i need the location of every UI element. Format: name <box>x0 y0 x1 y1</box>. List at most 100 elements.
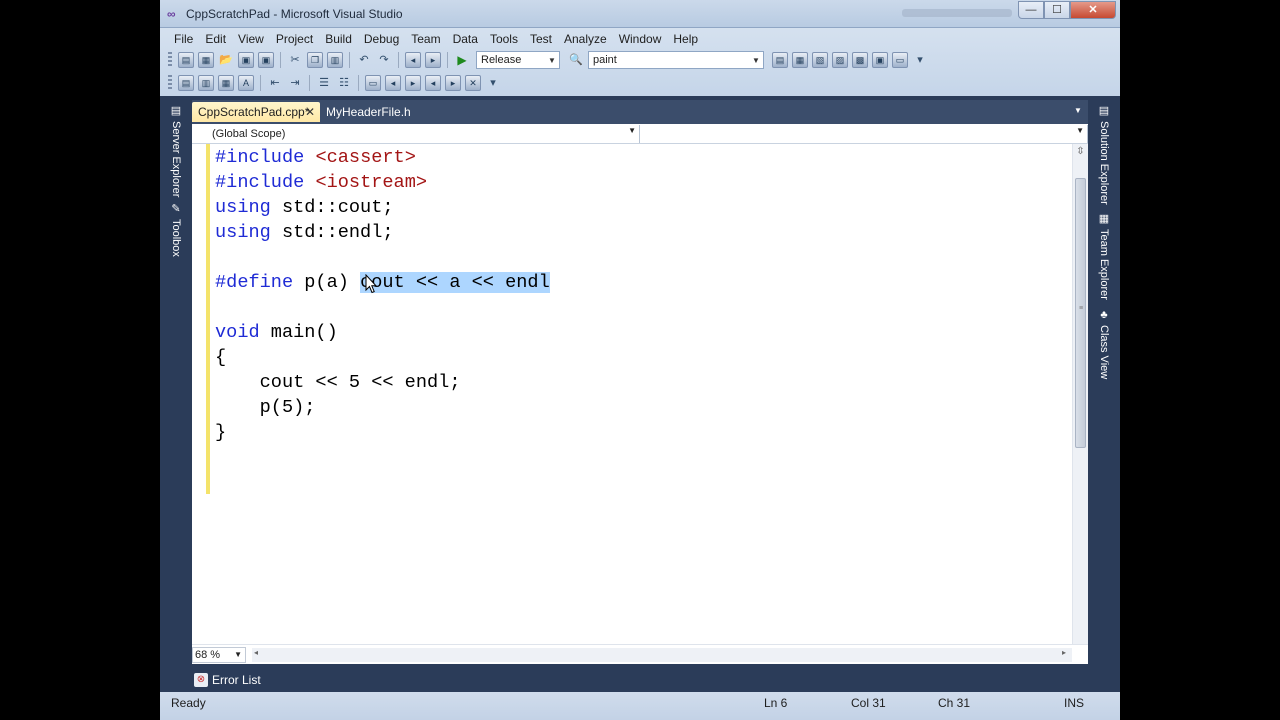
class-view-tab[interactable]: ♣ Class View <box>1094 308 1114 379</box>
save-all-icon[interactable]: ▣ <box>258 52 274 68</box>
menu-data[interactable]: Data <box>447 30 484 48</box>
command-window-icon[interactable]: ▭ <box>892 52 908 68</box>
chevron-down-icon: ▼ <box>752 55 760 65</box>
maximize-button[interactable]: ☐ <box>1044 1 1070 19</box>
start-debugging-icon[interactable]: ▶ <box>454 52 470 68</box>
new-project-icon[interactable]: ▤ <box>178 52 194 68</box>
previous-bookmark-in-folder-icon[interactable]: ◂ <box>425 75 441 91</box>
server-explorer-tab[interactable]: ▤ Server Explorer <box>166 104 186 197</box>
menu-view[interactable]: View <box>232 30 270 48</box>
cut-icon[interactable]: ✂ <box>287 52 303 68</box>
menu-analyze[interactable]: Analyze <box>558 30 613 48</box>
close-icon[interactable]: ✕ <box>305 102 315 122</box>
toolbar-options-icon[interactable]: ▾ <box>485 75 501 91</box>
display-object-member-list-icon[interactable]: ▤ <box>178 75 194 91</box>
zoom-combo[interactable]: 68 % ▼ <box>192 647 246 663</box>
properties-icon[interactable]: ▦ <box>792 52 808 68</box>
find-in-files-icon[interactable]: 🔍 <box>568 52 584 68</box>
include-path: <cassert> <box>315 147 416 168</box>
navigate-forward-icon[interactable]: ▸ <box>425 52 441 68</box>
decrease-indent-icon[interactable]: ⇤ <box>267 75 283 91</box>
start-page-icon[interactable]: ▣ <box>872 52 888 68</box>
code-line: #include <iostream> <box>215 170 550 195</box>
menu-test[interactable]: Test <box>524 30 558 48</box>
display-parameter-info-icon[interactable]: ▥ <box>198 75 214 91</box>
solution-configuration-combo[interactable]: Release ▼ <box>476 51 560 69</box>
next-bookmark-in-folder-icon[interactable]: ▸ <box>445 75 461 91</box>
team-explorer-tab[interactable]: ▦ Team Explorer <box>1094 212 1114 300</box>
toolbar-separator <box>280 52 281 68</box>
save-icon[interactable]: ▣ <box>238 52 254 68</box>
standard-toolbar: ▤ ▦ 📂 ▣ ▣ ✂ ❐ ▥ ↶ ↷ ◂ ▸ ▶ Release ▼ 🔍 pa… <box>168 49 930 71</box>
menu-file[interactable]: File <box>168 30 199 48</box>
minimize-button[interactable]: — <box>1018 1 1044 19</box>
navigate-backward-icon[interactable]: ◂ <box>405 52 421 68</box>
toolbar-options-icon[interactable]: ▾ <box>912 52 928 68</box>
clear-bookmarks-icon[interactable]: ✕ <box>465 75 481 91</box>
add-item-icon[interactable]: ▦ <box>198 52 214 68</box>
comment-lines-icon[interactable]: ☰ <box>316 75 332 91</box>
team-explorer-label: Team Explorer <box>1098 229 1110 300</box>
scrollbar-thumb[interactable]: ≡ <box>1075 178 1086 448</box>
display-quick-info-icon[interactable]: ▦ <box>218 75 234 91</box>
menu-window[interactable]: Window <box>613 30 668 48</box>
error-list-tab[interactable]: ⊗ Error List <box>192 670 267 690</box>
toolbox-icon[interactable]: ▨ <box>832 52 848 68</box>
menu-bar: File Edit View Project Build Debug Team … <box>168 30 704 48</box>
tab-myheaderfile-h[interactable]: MyHeaderFile.h <box>320 102 417 122</box>
chevron-down-icon[interactable]: ▼ <box>1074 106 1082 115</box>
previous-bookmark-icon[interactable]: ◂ <box>385 75 401 91</box>
error-list-icon: ⊗ <box>194 673 208 687</box>
solution-explorer-tab[interactable]: ▤ Solution Explorer <box>1094 104 1114 205</box>
copy-icon[interactable]: ❐ <box>307 52 323 68</box>
display-word-completion-icon[interactable]: A <box>238 75 254 91</box>
code-text[interactable]: #include <cassert> #include <iostream> u… <box>215 145 550 445</box>
tab-cppscratchpad-cpp[interactable]: CppScratchPad.cpp* ✕ <box>192 102 320 122</box>
solution-configuration-value: Release <box>481 54 522 66</box>
toolbar-separator <box>309 75 310 91</box>
next-bookmark-icon[interactable]: ▸ <box>405 75 421 91</box>
scroll-left-icon[interactable]: ◂ <box>254 648 258 657</box>
toolbar-grip[interactable] <box>168 75 172 91</box>
member-combo[interactable]: ▼ <box>640 125 1088 143</box>
tab-label: CppScratchPad.cpp* <box>198 105 310 119</box>
vertical-scrollbar[interactable]: ⇳ ≡ <box>1072 144 1088 644</box>
menu-project[interactable]: Project <box>270 30 319 48</box>
preprocessor-keyword: #define <box>215 272 294 293</box>
splitter-icon[interactable]: ⇳ <box>1075 146 1086 158</box>
command-area: File Edit View Project Build Debug Team … <box>160 28 1120 96</box>
menu-help[interactable]: Help <box>667 30 704 48</box>
tab-label: MyHeaderFile.h <box>326 105 411 119</box>
scroll-right-icon[interactable]: ▸ <box>1062 648 1066 657</box>
title-bar[interactable]: ∞ CppScratchPad - Microsoft Visual Studi… <box>160 0 1120 28</box>
toggle-bookmark-icon[interactable]: ▭ <box>365 75 381 91</box>
toolbar-grip[interactable] <box>168 52 172 68</box>
solution-explorer-icon[interactable]: ▤ <box>772 52 788 68</box>
menu-team[interactable]: Team <box>405 30 446 48</box>
object-browser-icon[interactable]: ▧ <box>812 52 828 68</box>
extension-manager-icon[interactable]: ▩ <box>852 52 868 68</box>
menu-build[interactable]: Build <box>319 30 358 48</box>
horizontal-scrollbar[interactable]: ◂ ▸ <box>252 648 1072 662</box>
menu-edit[interactable]: Edit <box>199 30 232 48</box>
close-button[interactable]: ✕ <box>1070 1 1116 19</box>
thumb-grip-icon: ≡ <box>1079 305 1084 312</box>
find-combo[interactable]: paint ▼ <box>588 51 764 69</box>
open-file-icon[interactable]: 📂 <box>218 52 234 68</box>
toolbox-tab[interactable]: ✎ Toolbox <box>166 202 186 257</box>
redo-icon[interactable]: ↷ <box>376 52 392 68</box>
menu-tools[interactable]: Tools <box>484 30 524 48</box>
navigation-bar: (Global Scope) ▼ ▼ <box>192 124 1088 144</box>
paste-icon[interactable]: ▥ <box>327 52 343 68</box>
menu-debug[interactable]: Debug <box>358 30 405 48</box>
uncomment-lines-icon[interactable]: ☷ <box>336 75 352 91</box>
preprocessor-keyword: #include <box>215 172 305 193</box>
code-editor[interactable]: #include <cassert> #include <iostream> u… <box>192 144 1088 644</box>
toolbar-separator <box>398 52 399 68</box>
error-list-label: Error List <box>212 673 261 687</box>
increase-indent-icon[interactable]: ⇥ <box>287 75 303 91</box>
undo-icon[interactable]: ↶ <box>356 52 372 68</box>
scope-value: (Global Scope) <box>212 128 286 140</box>
scope-combo[interactable]: (Global Scope) ▼ <box>192 125 640 143</box>
left-tool-window-rail: ▤ Server Explorer ✎ Toolbox <box>166 98 186 664</box>
